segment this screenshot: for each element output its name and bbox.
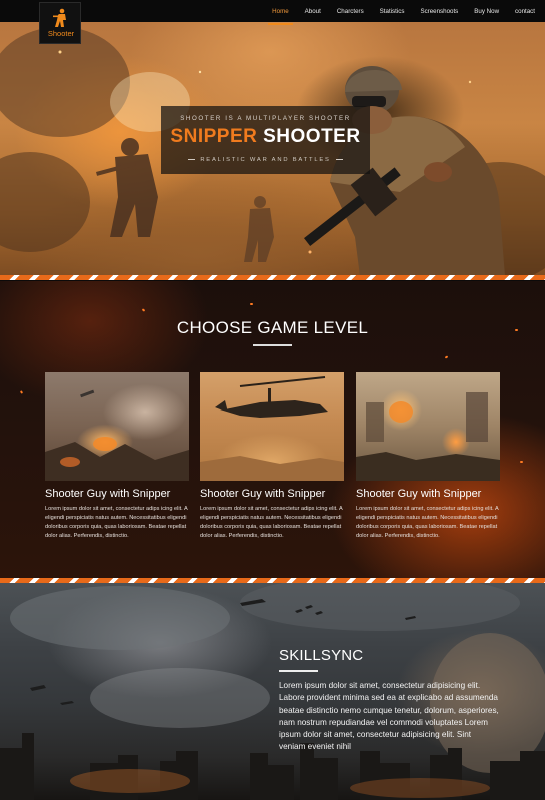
title-underline <box>253 344 292 346</box>
soldier-icon <box>53 8 66 27</box>
level-card[interactable]: Shooter Guy with Snipper Lorem ipsum dol… <box>200 372 344 541</box>
hero-title-part2: SHOOTER <box>263 126 361 147</box>
level-image-battle[interactable] <box>45 372 189 481</box>
hero-headline-box: SHOOTER IS A MULTIPLAYER SHOOTER SNIPPER… <box>161 106 370 174</box>
level-card-text: Lorem ipsum dolor sit amet, consectetur … <box>45 506 188 539</box>
battle-scene-art <box>45 389 189 481</box>
hero-banner: SHOOTER IS A MULTIPLAYER SHOOTER SNIPPER… <box>0 22 545 276</box>
ember-particle <box>141 308 146 312</box>
section-title: CHOOSE GAME LEVEL <box>176 318 369 337</box>
skillsync-text: Lorem ipsum dolor sit amet, consectetur … <box>279 681 499 752</box>
level-card-text: Lorem ipsum dolor sit amet, consectetur … <box>356 506 499 539</box>
top-nav: Home About Charcters Statistics Screensh… <box>0 0 545 25</box>
hero-kicker: SHOOTER IS A MULTIPLAYER SHOOTER <box>180 115 351 122</box>
ember-particle <box>250 303 253 305</box>
level-image-helicopter[interactable] <box>200 372 344 481</box>
hero-subtitle: REALISTIC WAR AND BATTLES <box>161 157 370 163</box>
level-card-title[interactable]: Shooter Guy with Snipper <box>200 488 344 500</box>
level-card[interactable]: Shooter Guy with Snipper Lorem ipsum dol… <box>356 372 500 541</box>
level-image-explosion[interactable] <box>356 372 500 481</box>
level-card[interactable]: Shooter Guy with Snipper Lorem ipsum dol… <box>45 372 189 541</box>
nav-buy-now[interactable]: Buy Now <box>474 6 499 17</box>
level-card-title[interactable]: Shooter Guy with Snipper <box>356 488 500 500</box>
logo-text: Shooter <box>47 29 75 38</box>
ember-particle <box>19 390 24 394</box>
level-card-text: Lorem ipsum dolor sit amet, consectetur … <box>200 506 343 539</box>
main-menu: Home About Charcters Statistics Screensh… <box>256 0 535 25</box>
hero-title-part1: SNIPPER <box>170 126 258 147</box>
skillsync-section: SKILLSYNC Lorem ipsum dolor sit amet, co… <box>0 583 545 800</box>
hero-title: SNIPPER SHOOTER <box>161 126 370 148</box>
explosion-scene-art <box>356 392 500 481</box>
skillsync-title: SKILLSYNC <box>279 647 364 664</box>
helicopter-art <box>200 376 344 481</box>
nav-charcters[interactable]: Charcters <box>337 6 364 17</box>
nav-home[interactable]: Home <box>268 6 293 25</box>
nav-screenshoots[interactable]: Screenshoots <box>420 6 458 17</box>
level-card-title[interactable]: Shooter Guy with Snipper <box>45 488 189 500</box>
nav-contact[interactable]: contact <box>515 6 535 17</box>
hazard-stripe-divider <box>0 275 545 280</box>
title-underline <box>279 670 318 672</box>
nav-about[interactable]: About <box>305 6 321 17</box>
nav-statistics[interactable]: Statistics <box>380 6 405 17</box>
logo[interactable]: Shooter <box>39 2 81 44</box>
ember-particle <box>444 355 449 359</box>
ember-particle <box>520 461 523 463</box>
game-level-section: CHOOSE GAME LEVEL Shooter Guy with Snipp… <box>0 281 545 578</box>
